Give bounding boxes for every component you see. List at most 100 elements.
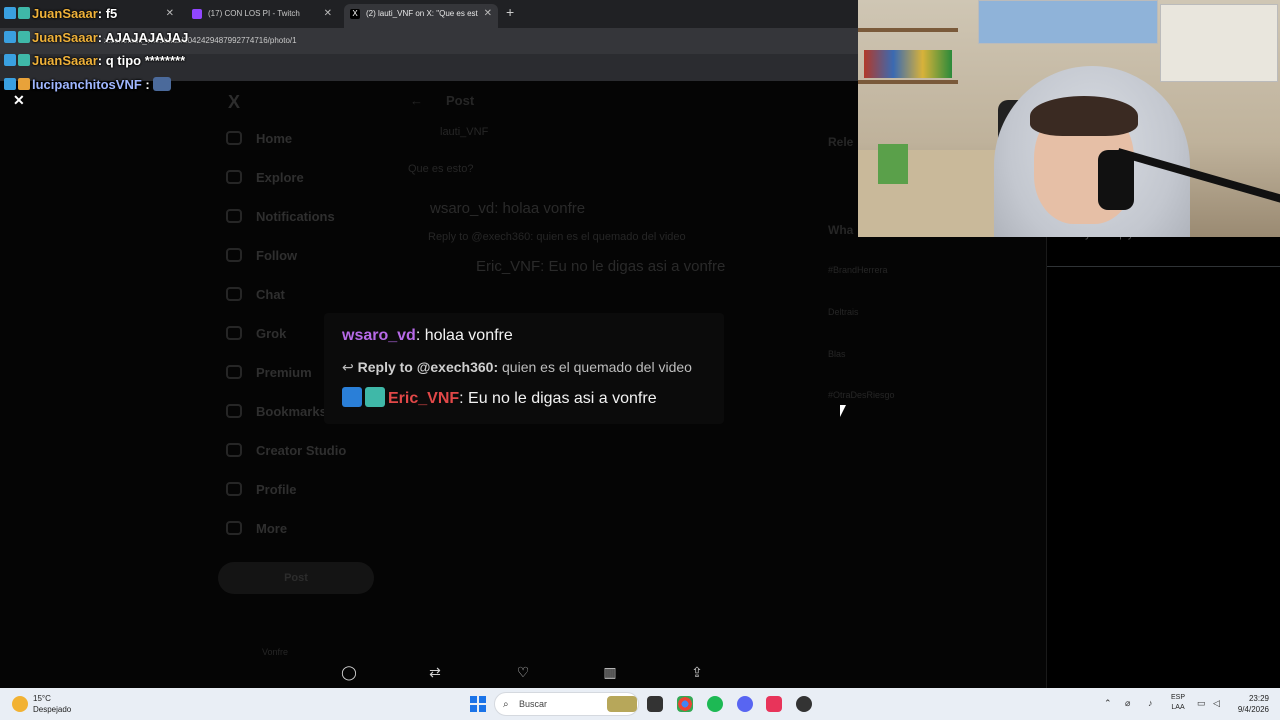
nav-label: Premium xyxy=(256,365,312,380)
search-placeholder: Buscar xyxy=(519,699,548,709)
nav-label: Chat xyxy=(256,287,285,302)
badge-icon xyxy=(4,78,16,90)
windows-start-icon[interactable] xyxy=(470,696,486,712)
close-icon[interactable]: ✕ xyxy=(13,92,25,109)
chat-icon xyxy=(226,287,242,301)
shelf xyxy=(858,28,958,32)
new-tab-button[interactable]: + xyxy=(506,4,514,20)
tab-x[interactable]: X (2) lauti_VNF on X: "Que es est ✕ xyxy=(344,4,498,28)
nav-profile[interactable]: Profile xyxy=(226,482,296,497)
nav-follow[interactable]: Follow xyxy=(226,248,297,263)
popup-message: : Eu no le digas asi a vonfre xyxy=(459,390,657,407)
weather-temp: 15°C xyxy=(33,694,51,703)
popup-message: : holaa vonfre xyxy=(415,327,513,344)
ghost-chat-line-3: Eric_VNF: Eu no le digas asi a vonfre xyxy=(476,258,726,275)
badge-icon xyxy=(18,78,30,90)
popup-line-3: Eric_VNF: Eu no le digas asi a vonfre xyxy=(342,387,657,408)
stats-icon[interactable]: ▥ xyxy=(601,664,619,680)
reply-icon[interactable]: ◯ xyxy=(340,664,358,680)
nav-home[interactable]: Home xyxy=(226,131,292,146)
browser-tab-bar: ✕ (17) CON LOS PI - Twitch ✕ X (2) lauti… xyxy=(0,0,858,28)
file-explorer-icon[interactable] xyxy=(647,696,663,712)
x-logo-icon[interactable]: X xyxy=(228,92,240,113)
chat-username: JuanSaaar xyxy=(32,53,98,68)
app-icon[interactable] xyxy=(796,696,812,712)
chat-text: : f5 xyxy=(97,6,118,21)
trend-item[interactable]: #BrandHerrera xyxy=(828,265,888,275)
share-icon[interactable]: ⇪ xyxy=(688,664,706,680)
badge-icon xyxy=(18,31,30,43)
nav-label: Explore xyxy=(256,170,304,185)
premium-icon xyxy=(226,365,242,379)
badge-icon xyxy=(4,54,16,66)
nav-label: Follow xyxy=(256,248,298,263)
trend-item[interactable]: Deltrais xyxy=(828,307,859,317)
network-icon[interactable]: ⌀ xyxy=(1125,698,1130,709)
tab-twitch[interactable]: (17) CON LOS PI - Twitch ✕ xyxy=(186,4,338,28)
badge-icon xyxy=(342,387,362,407)
chat-username: JuanSaaar xyxy=(32,30,98,45)
chevron-up-icon[interactable]: ⌃ xyxy=(1104,698,1112,709)
right-heading-relevant: Rele xyxy=(828,135,854,149)
weather-desc: Despejado xyxy=(33,705,72,714)
tab-label: (2) lauti_VNF on X: "Que es est xyxy=(366,9,478,18)
clock[interactable]: 23:29 9/4/2026 xyxy=(1233,693,1269,715)
chat-text: : q tipo ******** xyxy=(97,53,186,68)
close-icon[interactable]: ✕ xyxy=(324,4,332,24)
display-icon[interactable]: ▭ xyxy=(1197,698,1206,709)
chat-message: JuanSaaar: f5 xyxy=(4,6,117,21)
trend-item[interactable]: Blas xyxy=(828,349,846,359)
nav-creator-studio[interactable]: Creator Studio xyxy=(226,443,346,458)
mic-icon[interactable]: ♪ xyxy=(1148,698,1153,708)
ghost-chat-line-1: wsaro_vd: holaa vonfre xyxy=(430,200,586,217)
nav-chat[interactable]: Chat xyxy=(226,287,285,302)
badge-icon xyxy=(18,54,30,66)
nav-grok[interactable]: Grok xyxy=(226,326,286,341)
nav-more[interactable]: More xyxy=(226,521,287,536)
nav-label: Home xyxy=(256,131,293,146)
person-icon xyxy=(226,248,242,262)
nav-bookmarks[interactable]: Bookmarks xyxy=(226,404,327,419)
nav-notifications[interactable]: Notifications xyxy=(226,209,335,224)
close-icon[interactable]: ✕ xyxy=(484,4,492,24)
chat-username: lucipanchitosVNF xyxy=(32,77,142,92)
news-widget-icon[interactable] xyxy=(607,696,637,712)
trend-item[interactable]: #OtraDesRiesgo xyxy=(828,390,895,400)
tab-label: (17) CON LOS PI - Twitch xyxy=(208,9,300,18)
discord-icon[interactable] xyxy=(737,696,753,712)
poster xyxy=(978,0,1158,44)
twitch-icon xyxy=(192,9,202,19)
emote-icon xyxy=(153,77,172,91)
close-icon[interactable]: ✕ xyxy=(166,4,174,24)
tiktok-icon[interactable] xyxy=(766,696,782,712)
chat-highlight-popup: wsaro_vd: holaa vonfre ↩ Reply to @exech… xyxy=(324,313,724,424)
chat-message: JuanSaaar: AJAJAJAJAJ xyxy=(4,30,188,45)
chat-username: JuanSaaar xyxy=(32,6,98,21)
language-indicator[interactable]: ESP LAA xyxy=(1171,693,1185,713)
like-icon[interactable]: ♡ xyxy=(514,664,532,680)
nav-label: Profile xyxy=(256,482,297,497)
chrome-icon[interactable] xyxy=(677,696,693,712)
nav-label: Bookmarks xyxy=(256,404,327,419)
nav-premium[interactable]: Premium xyxy=(226,365,312,380)
nav-explore[interactable]: Explore xyxy=(226,170,304,185)
chat-message: JuanSaaar: q tipo ******** xyxy=(4,53,185,68)
more-icon xyxy=(226,521,242,535)
microphone xyxy=(1098,150,1134,210)
clock-date: 9/4/2026 xyxy=(1237,705,1269,714)
reply-label: Reply to @exech360: xyxy=(357,359,499,375)
volume-icon[interactable]: ◁ xyxy=(1213,698,1220,709)
weather-icon[interactable] xyxy=(12,696,28,712)
bottom-user[interactable]: Vonfre xyxy=(262,647,288,657)
post-button[interactable]: Post xyxy=(218,562,374,594)
chat-text: : AJAJAJAJAJ xyxy=(97,30,189,45)
badge-icon xyxy=(18,7,30,19)
spotify-icon[interactable] xyxy=(707,696,723,712)
tweet-author[interactable]: lauti_VNF xyxy=(440,126,488,138)
back-arrow-icon[interactable]: ← xyxy=(410,93,423,108)
mouse-cursor xyxy=(840,405,846,417)
popup-username: Eric_VNF xyxy=(388,390,460,407)
retweet-icon[interactable]: ⇄ xyxy=(426,664,444,680)
grok-icon xyxy=(226,326,242,340)
ghost-chat-line-2: Reply to @exech360: quien es el quemado … xyxy=(428,231,686,243)
